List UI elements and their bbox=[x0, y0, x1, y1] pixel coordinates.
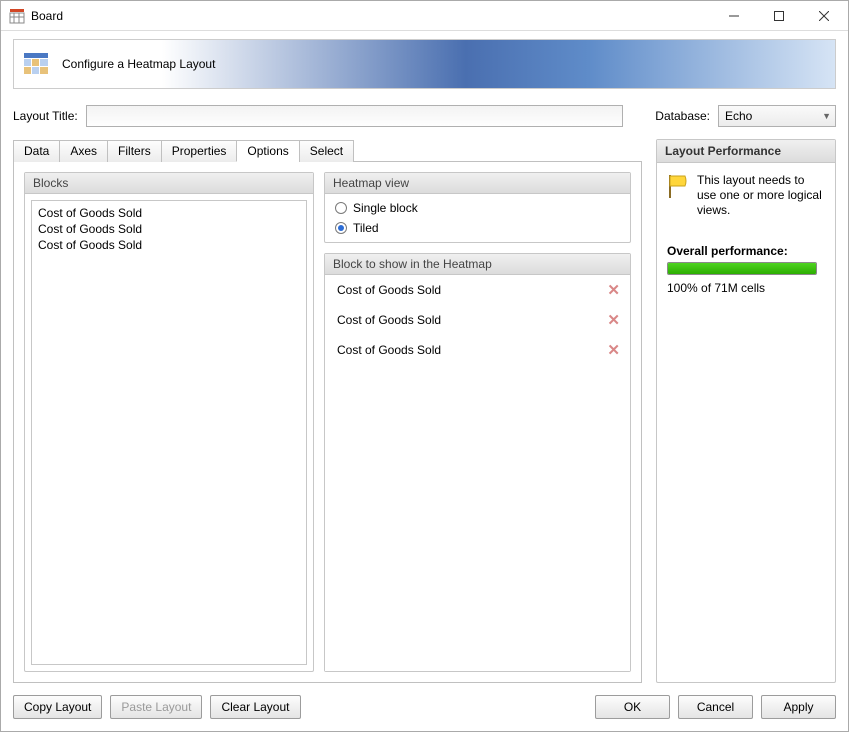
list-item[interactable]: Cost of Goods Sold bbox=[38, 205, 300, 221]
heatmap-block-item[interactable]: Cost of Goods Sold ✕ bbox=[325, 335, 630, 365]
copy-layout-button[interactable]: Copy Layout bbox=[13, 695, 102, 719]
title-bar: Board bbox=[1, 1, 848, 31]
window-title: Board bbox=[31, 9, 711, 23]
heatmap-icon bbox=[24, 53, 48, 75]
layout-title-label: Layout Title: bbox=[13, 109, 78, 123]
tab-filters[interactable]: Filters bbox=[107, 140, 162, 162]
heatmap-block-item[interactable]: Cost of Goods Sold ✕ bbox=[325, 275, 630, 305]
paste-layout-button[interactable]: Paste Layout bbox=[110, 695, 202, 719]
radio-icon bbox=[335, 202, 347, 214]
app-icon bbox=[9, 8, 25, 24]
radio-tiled[interactable]: Tiled bbox=[325, 218, 630, 238]
ok-button[interactable]: OK bbox=[595, 695, 670, 719]
list-item[interactable]: Cost of Goods Sold bbox=[38, 221, 300, 237]
dialog-body: Configure a Heatmap Layout Layout Title:… bbox=[1, 31, 848, 731]
blocks-group: Blocks Cost of Goods Sold Cost of Goods … bbox=[24, 172, 314, 672]
banner-text: Configure a Heatmap Layout bbox=[62, 57, 215, 71]
flag-icon bbox=[667, 173, 689, 218]
mid-row: Data Axes Filters Properties Options Sel… bbox=[13, 139, 836, 683]
dropdown-caret-icon: ▼ bbox=[822, 111, 831, 121]
heatmap-block-item[interactable]: Cost of Goods Sold ✕ bbox=[325, 305, 630, 335]
radio-label: Tiled bbox=[353, 221, 379, 235]
apply-button[interactable]: Apply bbox=[761, 695, 836, 719]
performance-group: Layout Performance This layout needs to … bbox=[656, 139, 836, 683]
tab-options[interactable]: Options bbox=[236, 140, 299, 162]
database-label: Database: bbox=[655, 109, 710, 123]
remove-icon[interactable]: ✕ bbox=[607, 281, 620, 299]
options-column: Heatmap view Single block Tiled bbox=[324, 172, 631, 672]
heatmap-view-title: Heatmap view bbox=[325, 173, 630, 194]
tab-content-options: Blocks Cost of Goods Sold Cost of Goods … bbox=[13, 162, 642, 683]
left-column: Data Axes Filters Properties Options Sel… bbox=[13, 139, 642, 683]
blocks-list[interactable]: Cost of Goods Sold Cost of Goods Sold Co… bbox=[31, 200, 307, 665]
database-value: Echo bbox=[725, 109, 752, 123]
close-button[interactable] bbox=[801, 2, 846, 30]
performance-panel: Layout Performance This layout needs to … bbox=[656, 139, 836, 683]
cancel-button[interactable]: Cancel bbox=[678, 695, 753, 719]
heatmap-block-label: Cost of Goods Sold bbox=[337, 343, 441, 357]
overall-performance-label: Overall performance: bbox=[667, 244, 825, 258]
performance-note: This layout needs to use one or more log… bbox=[667, 173, 825, 218]
heatmap-blocks-title: Block to show in the Heatmap bbox=[325, 254, 630, 275]
banner: Configure a Heatmap Layout bbox=[13, 39, 836, 89]
minimize-button[interactable] bbox=[711, 2, 756, 30]
database-select[interactable]: Echo ▼ bbox=[718, 105, 836, 127]
heatmap-block-label: Cost of Goods Sold bbox=[337, 283, 441, 297]
performance-cells-text: 100% of 71M cells bbox=[667, 281, 825, 295]
blocks-title: Blocks bbox=[25, 173, 313, 194]
heatmap-blocks-list[interactable]: Cost of Goods Sold ✕ Cost of Goods Sold … bbox=[325, 275, 630, 671]
maximize-button[interactable] bbox=[756, 2, 801, 30]
clear-layout-button[interactable]: Clear Layout bbox=[210, 695, 300, 719]
list-item[interactable]: Cost of Goods Sold bbox=[38, 237, 300, 253]
tab-strip: Data Axes Filters Properties Options Sel… bbox=[13, 139, 642, 162]
performance-title: Layout Performance bbox=[657, 140, 835, 163]
performance-progress bbox=[667, 262, 817, 275]
tab-select[interactable]: Select bbox=[299, 140, 354, 162]
radio-single-block[interactable]: Single block bbox=[325, 198, 630, 218]
heatmap-block-label: Cost of Goods Sold bbox=[337, 313, 441, 327]
remove-icon[interactable]: ✕ bbox=[607, 341, 620, 359]
performance-progress-fill bbox=[668, 263, 816, 274]
top-row: Layout Title: Database: Echo ▼ bbox=[13, 105, 836, 127]
layout-title-input[interactable] bbox=[86, 105, 624, 127]
tab-properties[interactable]: Properties bbox=[161, 140, 238, 162]
remove-icon[interactable]: ✕ bbox=[607, 311, 620, 329]
tab-axes[interactable]: Axes bbox=[59, 140, 108, 162]
heatmap-blocks-group: Block to show in the Heatmap Cost of Goo… bbox=[324, 253, 631, 672]
main-window: Board Configure bbox=[0, 0, 849, 732]
footer: Copy Layout Paste Layout Clear Layout OK… bbox=[13, 683, 836, 719]
tab-data[interactable]: Data bbox=[13, 140, 60, 162]
performance-body: This layout needs to use one or more log… bbox=[657, 163, 835, 305]
radio-icon bbox=[335, 222, 347, 234]
performance-note-text: This layout needs to use one or more log… bbox=[697, 173, 825, 218]
radio-label: Single block bbox=[353, 201, 418, 215]
heatmap-view-group: Heatmap view Single block Tiled bbox=[324, 172, 631, 243]
